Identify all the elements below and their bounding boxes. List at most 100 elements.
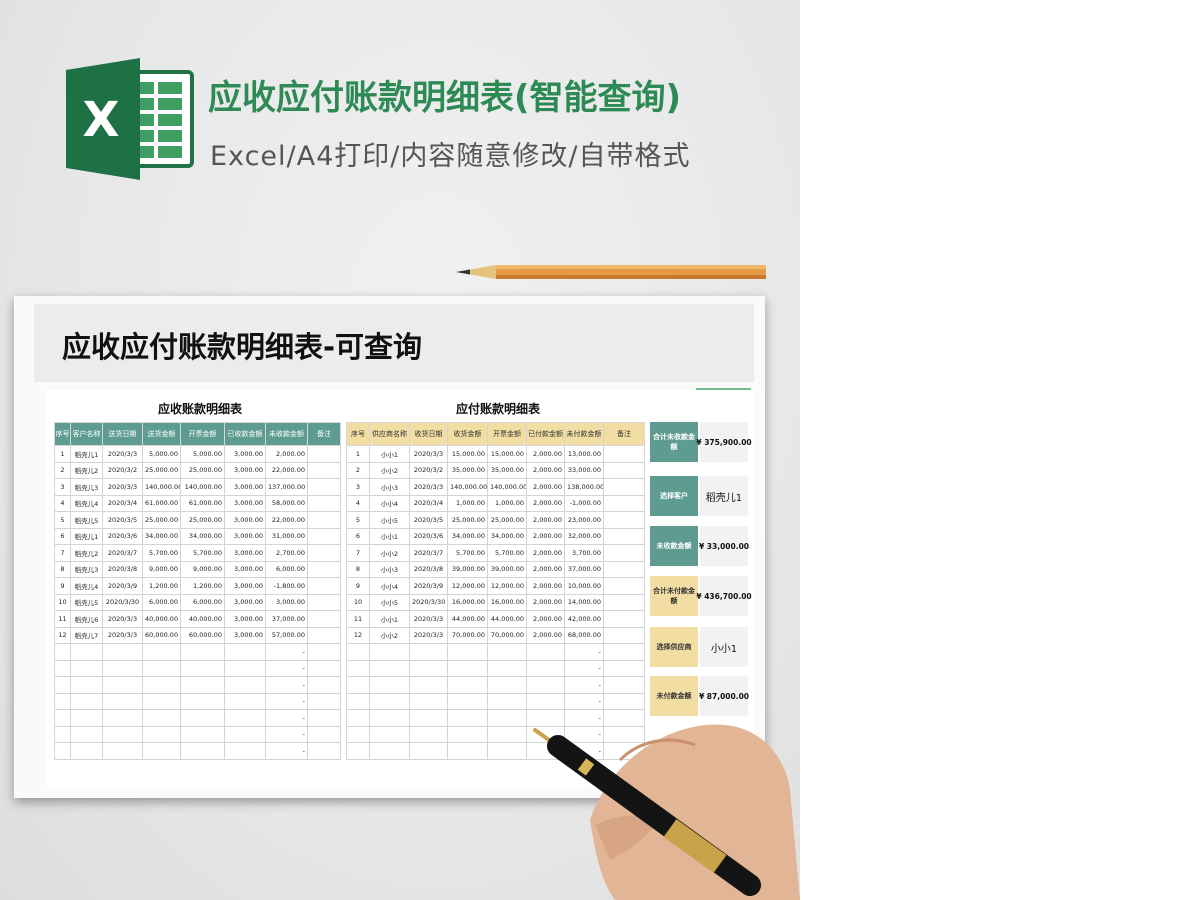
receivable-cell[interactable] bbox=[70, 709, 103, 727]
receivable-cell[interactable]: 7 bbox=[54, 544, 71, 562]
receivable-cell[interactable] bbox=[142, 643, 181, 661]
receivable-cell[interactable] bbox=[70, 692, 103, 710]
payable-cell[interactable]: 2,000.00 bbox=[526, 478, 565, 496]
receivable-cell[interactable] bbox=[54, 742, 71, 760]
receivable-cell[interactable]: 40,000.00 bbox=[142, 610, 181, 628]
payable-cell[interactable]: - bbox=[564, 659, 604, 677]
payable-cell[interactable] bbox=[447, 692, 488, 710]
receivable-cell[interactable]: 2020/3/3 bbox=[102, 445, 143, 463]
payable-cell[interactable] bbox=[603, 560, 645, 578]
payable-cell[interactable]: 140,000.00 bbox=[447, 478, 488, 496]
payable-cell[interactable]: 小小4 bbox=[369, 494, 410, 512]
payable-cell[interactable]: 23,000.00 bbox=[564, 511, 604, 529]
payable-cell[interactable]: 小小5 bbox=[369, 511, 410, 529]
receivable-cell[interactable] bbox=[54, 692, 71, 710]
receivable-cell[interactable]: 稻壳儿5 bbox=[70, 511, 103, 529]
receivable-cell[interactable] bbox=[307, 445, 341, 463]
payable-cell[interactable] bbox=[447, 725, 488, 743]
payable-cell[interactable] bbox=[603, 577, 645, 595]
select-customer-dropdown[interactable]: 稻壳儿1 bbox=[700, 476, 748, 516]
receivable-cell[interactable]: 2020/3/6 bbox=[102, 527, 143, 545]
receivable-cell[interactable]: 140,000.00 bbox=[142, 478, 181, 496]
receivable-cell[interactable] bbox=[307, 593, 341, 611]
receivable-cell[interactable] bbox=[70, 643, 103, 661]
payable-cell[interactable]: 34,000.00 bbox=[447, 527, 488, 545]
payable-cell[interactable]: 42,000.00 bbox=[564, 610, 604, 628]
receivable-cell[interactable]: 稻壳儿4 bbox=[70, 577, 103, 595]
payable-cell[interactable]: 小小4 bbox=[369, 577, 410, 595]
receivable-cell[interactable] bbox=[102, 725, 143, 743]
receivable-cell[interactable] bbox=[307, 560, 341, 578]
receivable-cell[interactable]: 稻壳儿3 bbox=[70, 560, 103, 578]
payable-cell[interactable]: 32,000.00 bbox=[564, 527, 604, 545]
payable-cell[interactable] bbox=[447, 643, 488, 661]
payable-cell[interactable]: 8 bbox=[346, 560, 370, 578]
payable-cell[interactable] bbox=[603, 478, 645, 496]
receivable-cell[interactable]: - bbox=[265, 676, 308, 694]
receivable-cell[interactable]: 60,000.00 bbox=[142, 626, 181, 644]
receivable-cell[interactable]: 3,000.00 bbox=[265, 593, 308, 611]
payable-cell[interactable]: 15,000.00 bbox=[487, 445, 527, 463]
receivable-cell[interactable]: 60,000.00 bbox=[180, 626, 225, 644]
receivable-cell[interactable]: 3,000.00 bbox=[224, 544, 266, 562]
receivable-cell[interactable]: 9 bbox=[54, 577, 71, 595]
payable-cell[interactable]: - bbox=[564, 676, 604, 694]
receivable-cell[interactable]: 5,000.00 bbox=[142, 445, 181, 463]
payable-cell[interactable]: 1 bbox=[346, 445, 370, 463]
receivable-cell[interactable] bbox=[224, 659, 266, 677]
payable-cell[interactable]: 3,700.00 bbox=[564, 544, 604, 562]
payable-cell[interactable]: 12,000.00 bbox=[447, 577, 488, 595]
receivable-cell[interactable]: 25,000.00 bbox=[142, 461, 181, 479]
receivable-cell[interactable] bbox=[307, 725, 341, 743]
receivable-cell[interactable] bbox=[70, 742, 103, 760]
payable-cell[interactable]: 14,000.00 bbox=[564, 593, 604, 611]
receivable-cell[interactable]: 2020/3/3 bbox=[102, 610, 143, 628]
receivable-cell[interactable]: 稻壳儿1 bbox=[70, 527, 103, 545]
receivable-cell[interactable]: 3,000.00 bbox=[224, 445, 266, 463]
receivable-cell[interactable]: 3,000.00 bbox=[224, 527, 266, 545]
receivable-cell[interactable]: 5,700.00 bbox=[142, 544, 181, 562]
select-supplier-dropdown[interactable]: 小小1 bbox=[700, 627, 748, 667]
payable-cell[interactable]: 小小2 bbox=[369, 626, 410, 644]
receivable-cell[interactable]: 2020/3/9 bbox=[102, 577, 143, 595]
payable-cell[interactable]: 2020/3/4 bbox=[409, 494, 448, 512]
receivable-cell[interactable] bbox=[70, 659, 103, 677]
payable-cell[interactable] bbox=[346, 692, 370, 710]
receivable-cell[interactable]: 22,000.00 bbox=[265, 511, 308, 529]
payable-cell[interactable]: 小小2 bbox=[369, 544, 410, 562]
receivable-cell[interactable]: 1,200.00 bbox=[142, 577, 181, 595]
receivable-cell[interactable]: 3,000.00 bbox=[224, 610, 266, 628]
receivable-cell[interactable] bbox=[70, 676, 103, 694]
receivable-cell[interactable] bbox=[102, 659, 143, 677]
receivable-cell[interactable] bbox=[224, 676, 266, 694]
payable-cell[interactable]: 12 bbox=[346, 626, 370, 644]
receivable-cell[interactable] bbox=[180, 643, 225, 661]
receivable-cell[interactable] bbox=[102, 742, 143, 760]
payable-cell[interactable] bbox=[603, 643, 645, 661]
receivable-cell[interactable]: 2020/3/2 bbox=[102, 461, 143, 479]
payable-cell[interactable]: 小小3 bbox=[369, 478, 410, 496]
receivable-cell[interactable] bbox=[307, 626, 341, 644]
receivable-cell[interactable]: 5 bbox=[54, 511, 71, 529]
payable-cell[interactable] bbox=[487, 676, 527, 694]
receivable-cell[interactable]: 2020/3/30 bbox=[102, 593, 143, 611]
receivable-cell[interactable] bbox=[54, 709, 71, 727]
receivable-cell[interactable] bbox=[307, 742, 341, 760]
receivable-cell[interactable]: 61,000.00 bbox=[180, 494, 225, 512]
receivable-cell[interactable]: 2,700.00 bbox=[265, 544, 308, 562]
payable-cell[interactable]: 25,000.00 bbox=[487, 511, 527, 529]
receivable-cell[interactable]: 1,200.00 bbox=[180, 577, 225, 595]
payable-cell[interactable] bbox=[526, 643, 565, 661]
payable-cell[interactable] bbox=[603, 659, 645, 677]
receivable-cell[interactable]: 3,000.00 bbox=[224, 577, 266, 595]
payable-cell[interactable]: 10,000.00 bbox=[564, 577, 604, 595]
payable-cell[interactable] bbox=[409, 742, 448, 760]
receivable-cell[interactable]: 6 bbox=[54, 527, 71, 545]
receivable-cell[interactable]: 稻壳儿6 bbox=[70, 610, 103, 628]
receivable-cell[interactable] bbox=[142, 676, 181, 694]
payable-cell[interactable]: 2020/3/3 bbox=[409, 626, 448, 644]
receivable-cell[interactable]: 2020/3/3 bbox=[102, 478, 143, 496]
payable-cell[interactable] bbox=[346, 676, 370, 694]
payable-cell[interactable] bbox=[603, 593, 645, 611]
payable-cell[interactable]: 70,000.00 bbox=[447, 626, 488, 644]
